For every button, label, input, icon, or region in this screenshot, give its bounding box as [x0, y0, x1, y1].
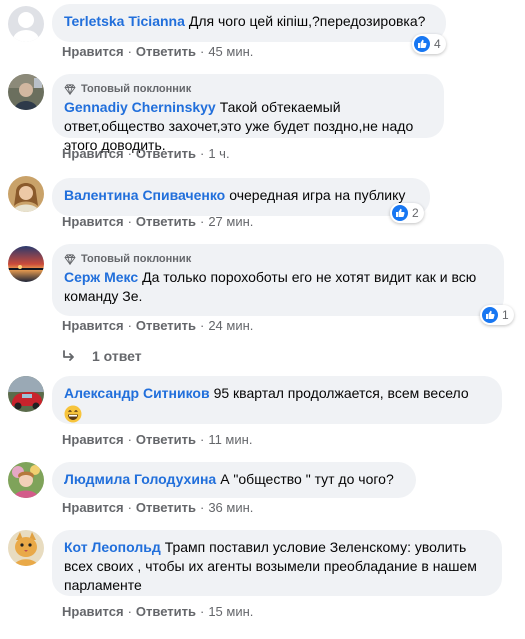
comment-actions: Нравится · Ответить · 27 мин. [62, 214, 254, 229]
reaction-number: 2 [412, 206, 419, 220]
top-fan-badge: Топовый поклонник [64, 252, 492, 266]
reaction-count[interactable]: 1 [480, 305, 514, 325]
grin-emoji [64, 405, 82, 423]
comment-actions: Нравится · Ответить · 15 мин. [62, 604, 254, 619]
reply-button[interactable]: Ответить [136, 146, 196, 161]
avatar[interactable] [8, 530, 44, 566]
comment-author[interactable]: Кот Леопольд [64, 539, 161, 555]
comment-text: очередная игра на публику [229, 187, 406, 203]
top-fan-badge: Топовый поклонник [64, 82, 432, 96]
avatar[interactable] [8, 462, 44, 498]
reaction-number: 1 [502, 308, 509, 322]
comment-author[interactable]: Валентина Спиваченко [64, 187, 225, 203]
like-button[interactable]: Нравится [62, 432, 124, 447]
diamond-icon [64, 83, 76, 95]
like-button[interactable]: Нравится [62, 604, 124, 619]
comment-bubble: Terletska Ticianna Для чого цей кіпіш,?пе… [52, 4, 446, 42]
like-icon [414, 36, 430, 52]
top-fan-label: Топовый поклонник [81, 83, 192, 95]
comment-text: 95 квартал продолжается, всем весело [213, 385, 469, 401]
reply-button[interactable]: Ответить [136, 214, 196, 229]
comment-bubble: Топовый поклонник Серж Мекс Да только пор… [52, 244, 504, 316]
comment-author[interactable]: Gennadiy Cherninskyy [64, 99, 216, 115]
reply-button[interactable]: Ответить [136, 500, 196, 515]
comment-actions: Нравится · Ответить · 36 мин. [62, 500, 254, 515]
comment-actions: Нравится · Ответить · 24 мин. [62, 318, 254, 333]
comment-time[interactable]: 1 ч. [208, 146, 229, 161]
comment-bubble: Людмила Голодухина А "общество " тут до ч… [52, 462, 416, 498]
reaction-count[interactable]: 4 [412, 34, 446, 54]
comment-time[interactable]: 15 мин. [208, 604, 253, 619]
reply-button[interactable]: Ответить [136, 432, 196, 447]
reply-button[interactable]: Ответить [136, 318, 196, 333]
reply-arrow-icon [63, 350, 74, 361]
comment-time[interactable]: 45 мин. [208, 44, 253, 59]
comment-time[interactable]: 24 мин. [208, 318, 253, 333]
replies-count: 1 ответ [92, 348, 142, 364]
comment-author[interactable]: Александр Ситников [64, 385, 210, 401]
like-button[interactable]: Нравится [62, 318, 124, 333]
like-button[interactable]: Нравится [62, 146, 124, 161]
avatar[interactable] [8, 376, 44, 412]
view-replies-link[interactable]: 1 ответ [62, 348, 142, 364]
like-icon [482, 307, 498, 323]
comment-bubble: Александр Ситников 95 квартал продолжаетс… [52, 376, 502, 424]
comment-text: Для чого цей кіпіш,?передозировка? [188, 13, 426, 29]
like-button[interactable]: Нравится [62, 500, 124, 515]
comment-author[interactable]: Серж Мекс [64, 269, 138, 285]
comment-actions: Нравится · Ответить · 1 ч. [62, 146, 230, 161]
comment-actions: Нравится · Ответить · 11 мин. [62, 432, 253, 447]
comment-time[interactable]: 11 мин. [208, 432, 252, 447]
like-button[interactable]: Нравится [62, 214, 124, 229]
avatar[interactable] [8, 176, 44, 212]
avatar[interactable] [8, 246, 44, 282]
reply-button[interactable]: Ответить [136, 44, 196, 59]
diamond-icon [64, 253, 76, 265]
top-fan-label: Топовый поклонник [81, 253, 192, 265]
comment-author[interactable]: Людмила Голодухина [64, 471, 216, 487]
comment-time[interactable]: 27 мин. [208, 214, 253, 229]
like-icon [392, 205, 408, 221]
comment-text: А "общество " тут до чого? [220, 471, 394, 487]
reaction-count[interactable]: 2 [390, 203, 424, 223]
comment-actions: Нравится · Ответить · 45 мин. [62, 44, 254, 59]
reply-button[interactable]: Ответить [136, 604, 196, 619]
comment-bubble: Кот Леопольд Трамп поставил условие Зелен… [52, 530, 502, 596]
comment-time[interactable]: 36 мин. [208, 500, 253, 515]
avatar[interactable] [8, 74, 44, 110]
like-button[interactable]: Нравится [62, 44, 124, 59]
comment-bubble: Валентина Спиваченко очередная игра на пу… [52, 178, 430, 216]
reaction-number: 4 [434, 37, 441, 51]
comment-bubble: Топовый поклонник Gennadiy Cherninskyy Та… [52, 74, 444, 153]
comment-author[interactable]: Terletska Ticianna [64, 13, 185, 29]
avatar[interactable] [8, 6, 44, 42]
